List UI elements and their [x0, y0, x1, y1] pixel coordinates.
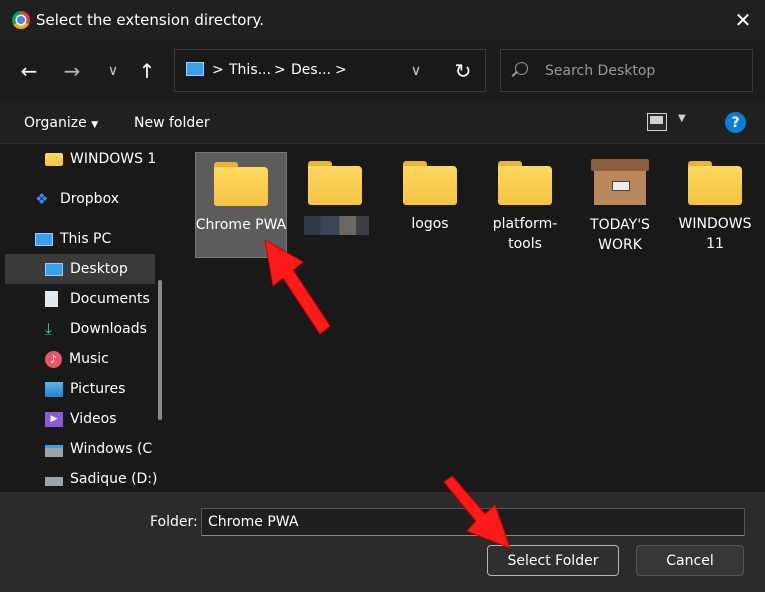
arrow-left-icon: ← [20, 59, 38, 83]
sidebar-item-label: Pictures [70, 381, 126, 397]
cancel-button[interactable]: Cancel [636, 545, 744, 576]
folder-item-logos[interactable]: logos [384, 152, 476, 258]
drive-icon [45, 476, 63, 486]
folder-item-chrome-pwa[interactable]: Chrome PWA [195, 152, 287, 258]
help-button[interactable]: ? [725, 112, 746, 133]
folder-item-todays-work[interactable]: TODAY'S WORK [574, 152, 666, 258]
folder-label: platform-tools [492, 216, 558, 252]
folder-item-platform-tools[interactable]: platform-tools [479, 152, 571, 258]
sidebar-item-downloads[interactable]: ⤓ Downloads [0, 314, 174, 344]
sidebar-item-label: Windows (C [70, 441, 153, 457]
chevron-down-icon: ∨ [107, 63, 119, 79]
folder-label: TODAY'S WORK [590, 217, 650, 253]
sidebar-item-windows11[interactable]: WINDOWS 1 [0, 144, 174, 174]
breadcrumb-this-pc[interactable]: This... [229, 62, 271, 78]
breadcrumb-desktop[interactable]: Des... [291, 62, 331, 78]
organize-label: Organize [24, 115, 87, 131]
sidebar-item-label: Music [69, 351, 109, 367]
organize-button[interactable]: Organize ▼ [24, 115, 98, 131]
sidebar-item-pictures[interactable]: Pictures [0, 374, 174, 404]
folder-icon [688, 161, 742, 205]
sidebar-item-label: WINDOWS 1 [70, 151, 157, 167]
folder-item-windows-11[interactable]: WINDOWS 11 [669, 152, 761, 258]
sidebar-item-windows-c[interactable]: Windows (C [0, 434, 174, 464]
window-title: Select the extension directory. [36, 11, 265, 29]
drive-icon [45, 445, 63, 457]
dropbox-icon: ❖ [35, 190, 49, 208]
up-button[interactable]: ↑ [132, 56, 162, 86]
breadcrumb-separator: > [274, 62, 286, 78]
arrow-up-icon: ↑ [138, 59, 156, 83]
sidebar-item-documents[interactable]: Documents [0, 284, 174, 314]
sidebar-item-label: Downloads [70, 321, 147, 337]
select-folder-button[interactable]: Select Folder [487, 545, 619, 576]
refresh-icon: ↻ [454, 59, 472, 83]
folder-label: Chrome PWA [195, 217, 287, 233]
sidebar-item-dropbox[interactable]: ❖ Dropbox [0, 184, 174, 214]
folder-icon [498, 161, 552, 205]
sidebar-item-desktop[interactable]: Desktop [5, 254, 155, 284]
chevron-down-icon: ∨ [410, 63, 422, 79]
pc-icon [35, 232, 53, 246]
forward-button[interactable]: → [57, 56, 87, 86]
folder-item-redacted[interactable] [289, 152, 381, 258]
music-icon: ♪ [45, 350, 62, 368]
sidebar-item-music[interactable]: ♪ Music [0, 344, 174, 374]
sidebar-item-label: Videos [70, 411, 117, 427]
videos-icon: ▶ [45, 411, 63, 427]
archive-box-icon [591, 159, 649, 207]
close-icon: ✕ [734, 8, 752, 32]
view-options-icon[interactable] [647, 113, 667, 131]
desktop-icon [45, 262, 63, 276]
folder-icon [308, 161, 362, 205]
breadcrumb-separator: > [212, 62, 224, 78]
close-button[interactable]: ✕ [727, 5, 759, 35]
caret-down-icon[interactable]: ▼ [678, 113, 686, 124]
folder-icon [403, 161, 457, 205]
sidebar-item-this-pc[interactable]: This PC [0, 224, 174, 254]
sidebar-item-sadique-d[interactable]: Sadique (D:) [0, 464, 174, 494]
search-input[interactable] [543, 55, 747, 87]
caret-down-icon: ▼ [91, 120, 99, 130]
sidebar-item-videos[interactable]: ▶ Videos [0, 404, 174, 434]
pc-icon [186, 62, 204, 76]
search-icon [515, 62, 528, 75]
footer-panel [0, 492, 765, 592]
chrome-icon [12, 11, 30, 29]
pictures-icon [45, 381, 63, 397]
folder-label: logos [411, 216, 449, 232]
folder-label: WINDOWS 11 [678, 216, 752, 252]
sidebar-item-label: Dropbox [60, 191, 119, 207]
back-button[interactable]: ← [14, 56, 44, 86]
recent-locations-button[interactable]: ∨ [98, 56, 128, 86]
sidebar-item-label: Desktop [70, 261, 128, 277]
downloads-icon: ⤓ [45, 319, 53, 338]
sidebar-item-label: Documents [70, 291, 150, 307]
folder-icon [214, 162, 268, 206]
folder-field-label: Folder: [150, 514, 198, 530]
breadcrumb-separator: > [335, 62, 347, 78]
documents-icon [45, 291, 58, 307]
new-folder-button[interactable]: New folder [134, 115, 210, 131]
arrow-right-icon: → [63, 59, 81, 83]
redacted-folder-label [304, 216, 369, 235]
sidebar-scrollbar[interactable] [158, 280, 162, 420]
sidebar-item-label: This PC [60, 231, 112, 247]
folder-icon [45, 152, 63, 166]
address-dropdown-button[interactable]: ∨ [405, 58, 427, 84]
sidebar-item-label: Sadique (D:) [70, 471, 158, 487]
refresh-button[interactable]: ↻ [450, 57, 476, 85]
folder-name-input[interactable] [201, 508, 745, 536]
